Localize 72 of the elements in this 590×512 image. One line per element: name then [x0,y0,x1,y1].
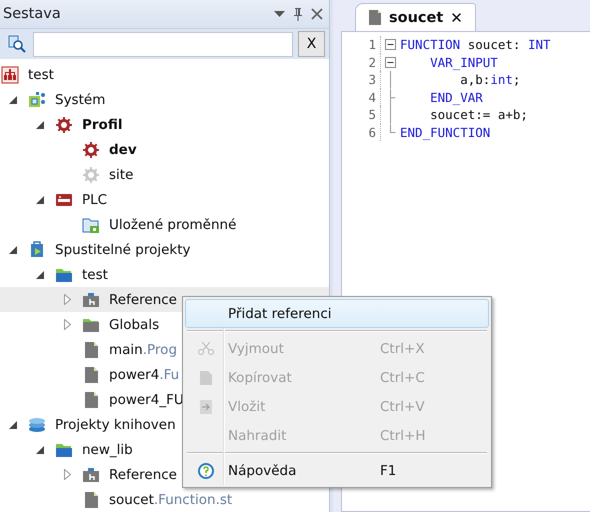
expanded-arrow-icon[interactable] [36,196,44,204]
pin-icon[interactable] [293,7,303,21]
tree-item-label[interactable]: PLC [82,192,108,208]
expanded-arrow-icon[interactable] [9,420,17,428]
stack-icon [28,416,46,434]
collapse-icon[interactable] [385,56,396,68]
tree-item-label[interactable]: Reference [109,466,177,482]
tree-item-label: Reference [109,292,177,308]
code-line: soucet:= a+b; [429,107,528,122]
tree-item-label[interactable]: Uložené proměnné [109,216,236,232]
line-number: 5 [342,106,381,124]
code-line: END_VAR [429,90,483,105]
tree-item-label[interactable]: Systém [55,92,106,108]
line-number: 4 [342,88,381,106]
code-line: FUNCTION soucet: INT [400,37,551,52]
tree-item-label[interactable]: Spustitelné projekty [55,242,191,258]
tree-item-label[interactable]: Globals [109,316,160,332]
tree-item-label[interactable]: soucet.Function.st [109,492,232,508]
tree-item-label[interactable]: power4_FU [109,392,184,408]
copy-icon [199,370,213,386]
collapse-icon[interactable] [385,39,396,50]
gear-icon [55,116,73,134]
folder-icon [82,216,100,234]
package-icon [28,240,46,258]
clear-button[interactable]: X [298,31,325,57]
briefcase-icon [82,290,100,308]
network-icon [1,66,19,84]
expanded-arrow-icon[interactable] [9,96,17,104]
menu-item[interactable]: Přidat referenci [185,299,489,328]
menu-item[interactable]: Nápověda F1 [185,456,489,485]
collapsed-arrow-icon[interactable] [64,319,70,330]
close-icon[interactable] [311,8,323,20]
tree-item-label[interactable]: Profil [82,116,122,132]
help-icon [198,462,214,478]
tree-item-label[interactable]: test [28,66,54,82]
file-icon [82,340,100,358]
file-icon [82,490,100,508]
scissors-icon [198,342,214,356]
editor-tab[interactable]: soucet ✕ [355,3,476,31]
line-number: 2 [342,54,381,71]
line-number: 1 [342,36,381,54]
file-icon [82,390,100,408]
gear-icon [82,166,100,184]
code-line: a,b:int; [459,72,520,88]
collapsed-arrow-icon[interactable] [64,294,70,305]
line-number: 3 [342,71,381,88]
file-icon [82,366,100,384]
close-tab-button[interactable]: ✕ [450,8,463,26]
tree-item-label[interactable]: site [109,166,134,182]
tree-item-label[interactable]: main.Prog [109,342,178,358]
expanded-arrow-icon[interactable] [9,246,17,254]
tree-item-label[interactable]: dev [109,142,137,158]
expanded-arrow-icon[interactable] [36,270,44,278]
code-line: END_FUNCTION [400,124,490,140]
gear-icon [82,140,100,158]
expanded-arrow-icon[interactable] [36,446,44,454]
dropdown-icon[interactable] [274,10,285,18]
tree-item-label[interactable]: power4.Fu [109,366,180,382]
collapsed-arrow-icon[interactable] [64,469,70,480]
search-field[interactable] [33,32,293,56]
code-line: VAR_INPUT [429,54,498,70]
expanded-arrow-icon[interactable] [36,120,44,128]
briefcase-icon [82,466,100,484]
tree-item-label[interactable]: new_lib [82,442,133,458]
line-number: 6 [342,124,381,141]
system-icon [28,90,46,108]
panel-title: Sestava [3,6,62,22]
file-icon [368,9,382,26]
tree-item-label[interactable]: test [82,266,108,282]
search-icon[interactable] [8,35,26,53]
paste-icon [199,398,213,414]
tree-item-label[interactable]: Projekty knihoven [55,416,176,432]
